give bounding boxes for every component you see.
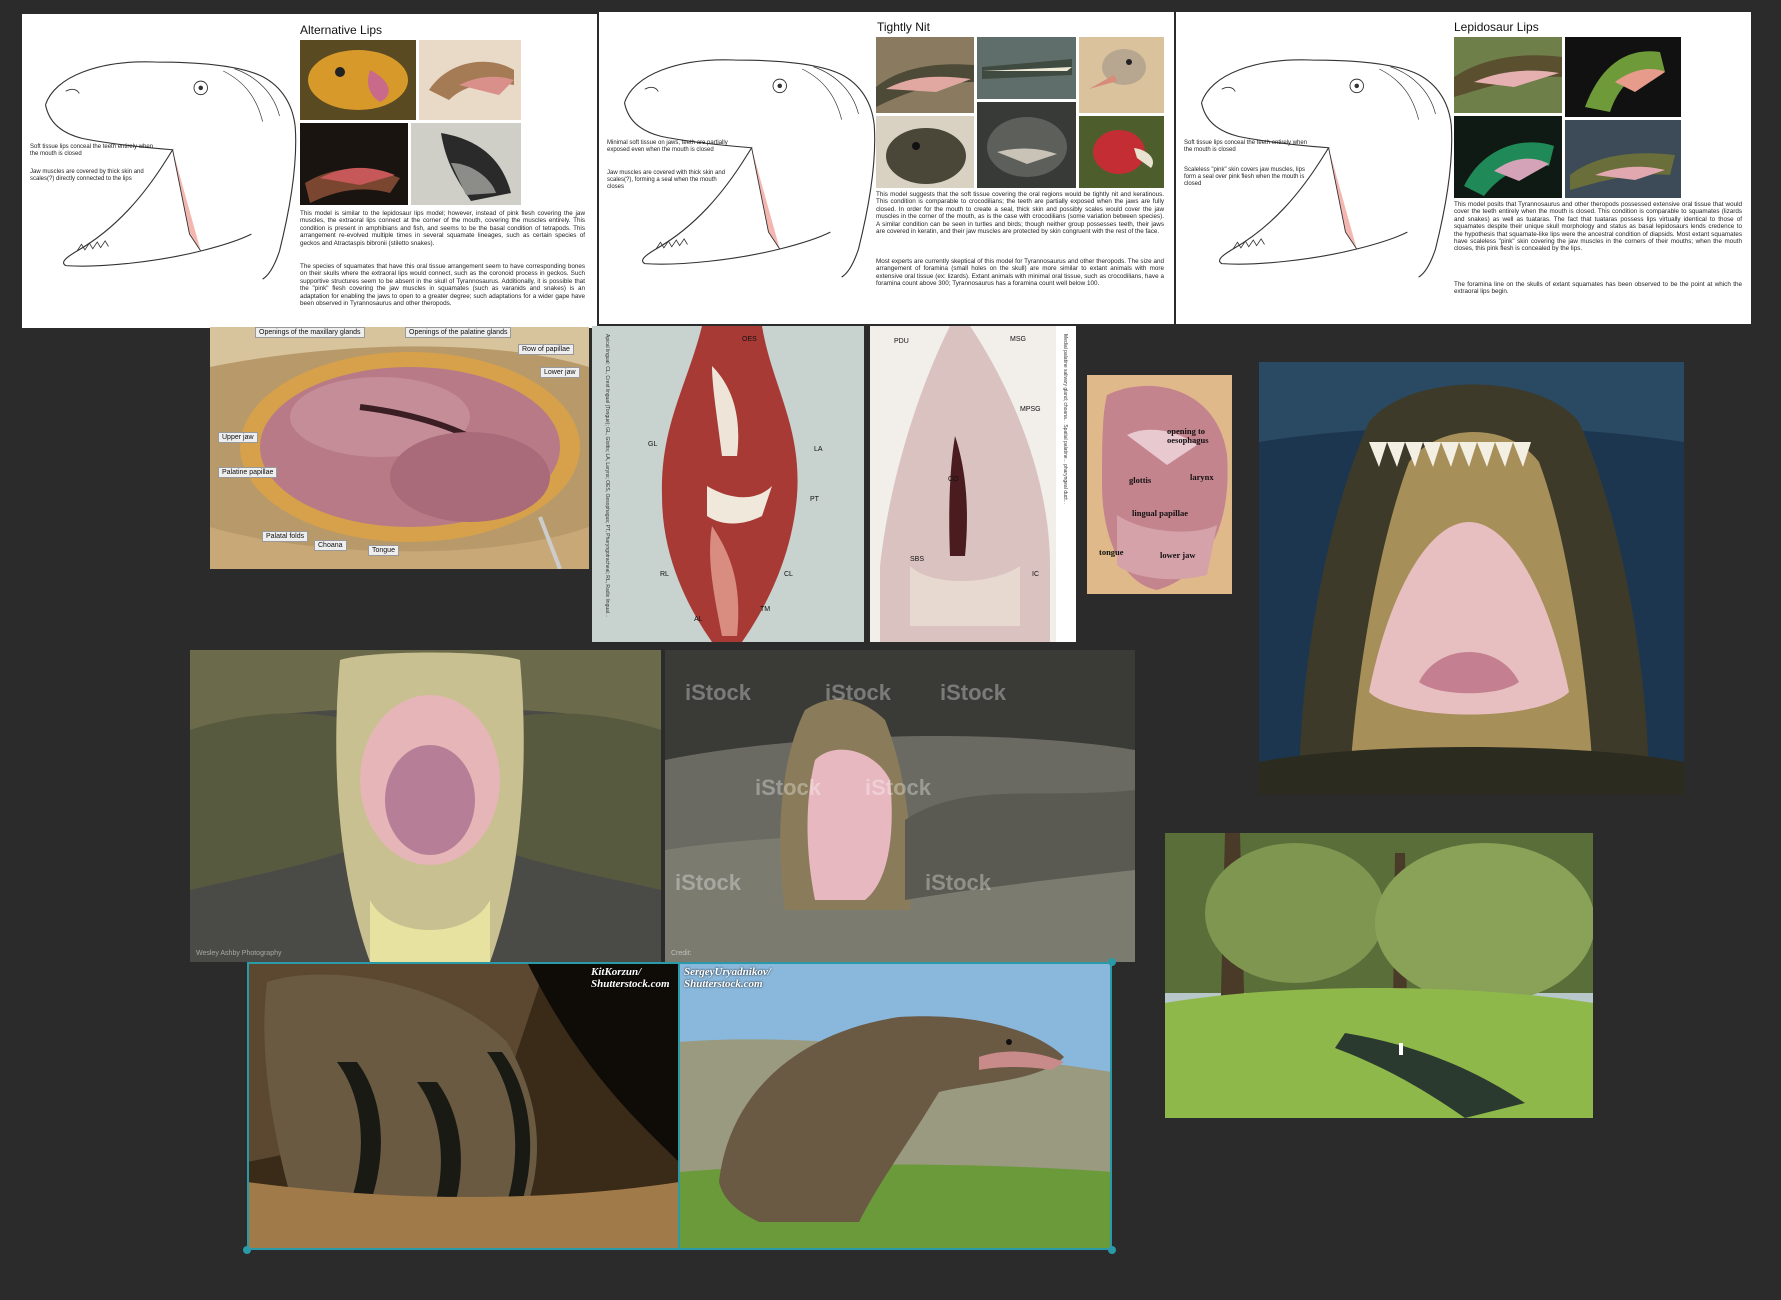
slide-title: Alternative Lips [300,23,383,37]
label-tongue: tongue [1099,547,1124,557]
label-lingual-papillae: lingual papillae [1132,508,1188,518]
label-maxillary-glands: Openings of the maxillary glands [255,327,365,338]
crocodile-photo [876,37,974,113]
lizard-gaping-photo [419,40,521,120]
label-tm: TM [760,606,771,613]
gecko-photo [300,40,416,120]
label-glottis: glottis [1129,475,1152,485]
label-co: CO [948,476,959,483]
figure-legend: Medial palatine salivary gland; choana..… [1062,334,1068,504]
label-ic: IC [1032,571,1039,578]
istock-watermark: iStock [675,870,742,895]
jaw-muscle-caption: Jaw muscles are covered by thick skin an… [30,169,144,182]
resize-handle-top-right[interactable] [1108,958,1116,966]
label-rl: RL [660,571,669,578]
label-mpsg: MPSG [1020,406,1041,413]
label-choana: Choana [314,540,347,551]
label-msg: MSG [1010,336,1026,343]
label-palatine-papillae: Palatine papillae [218,467,278,478]
istock-watermark: iStock [940,680,1007,705]
komodo-dragon-photo[interactable]: SergeyUryadnikov/ Shutterstock.com [679,962,1112,1250]
label-upper-jaw: Upper jaw [218,432,258,443]
gecko-black-mouth-photo [411,123,521,205]
description-paragraph-2: Most experts are currently skeptical of … [876,258,1164,288]
label-cl: CL [784,571,793,578]
description-paragraph-1: This model suggests that the soft tissue… [876,191,1164,236]
istock-watermark: iStock [825,680,892,705]
description-paragraph-1: This model posits that Tyrannosaurus and… [1454,201,1742,253]
label-larynx: larynx [1190,472,1214,482]
ostrich-photo [1079,37,1164,113]
label-pdu: PDU [894,338,909,345]
label-tongue: Tongue [368,545,399,556]
photo-credit: Wesley Ashby Photography [196,950,282,957]
jaw-muscle-caption: Jaw muscles are covered with thick skin … [607,170,726,190]
slide-title: Tightly Nit [877,20,930,34]
snake-mouth-photo [300,123,408,205]
dissection-photo-1[interactable]: Apical lingual: CL, Crest lingual (Tongu… [592,326,864,642]
claw-closeup-photo[interactable]: KitKorzun/ Shutterstock.com [247,962,679,1250]
resize-handle-bottom-right[interactable] [1108,1246,1116,1254]
gharial-photo [977,37,1076,99]
slide-lepidosaur-lips[interactable]: Lepidosaur Lips Soft tissue lips conceal… [1176,12,1751,324]
green-lizard-photo [1565,37,1681,117]
lips-caption: Soft tissue lips conceal the teeth entir… [1184,140,1308,153]
istock-watermark: iStock [685,680,752,705]
label-lower-jaw: lower jaw [1160,550,1196,560]
label-al: AL [694,616,703,623]
slide-tightly-nit[interactable]: Tightly Nit Minimal soft tissue on jaws,… [599,12,1174,324]
description-paragraph-2: The species of squamates that have this … [300,263,585,308]
soft-tissue-caption: Minimal soft tissue on jaws, teeth are p… [607,140,728,153]
snapping-turtle-photo [977,102,1076,188]
crocodile-gaping-photo-2[interactable]: iStock iStock iStock iStock iStock iStoc… [665,650,1135,962]
label-palatine-glands: Openings of the palatine glands [405,327,512,338]
vulture-photo [1079,116,1164,188]
label-oes: OES [742,336,757,343]
larynx-photo[interactable]: opening to oesophagus glottis larynx lin… [1087,375,1232,594]
istock-watermark: iStock [755,775,822,800]
pink-skin-caption: Scaleless "pink" skin covers jaw muscles… [1184,167,1305,187]
crocodile-gaping-photo-1[interactable]: Wesley Ashby Photography [190,650,661,962]
alligator-gaping-photo[interactable] [1259,362,1684,795]
label-gl: GL [648,441,658,448]
label-sbs: SBS [910,556,925,563]
description-paragraph-1: This model is similar to the lepidosaur … [300,210,585,247]
photo-credit: Credit: [671,950,692,957]
label-palatal-folds: Palatal folds [262,531,309,542]
istock-watermark: iStock [865,775,932,800]
gecko-oral-anatomy-photo[interactable]: Openings of the maxillary glands Opening… [210,327,589,569]
description-paragraph-2: The foramina line on the skulls of extan… [1454,281,1742,296]
photo-credit: KitKorzun/ Shutterstock.com [591,966,670,990]
label-opening-oesophagus: opening to oesophagus [1167,426,1209,445]
trex-head-lineart [611,34,881,284]
slide-alternative-lips[interactable]: Alternative Lips Soft tissue lips concea… [22,14,597,328]
trex-head-lineart [32,36,302,286]
photo-credit: SergeyUryadnikov/ Shutterstock.com [684,966,771,990]
turtle-photo [876,116,974,188]
dissection-photo-2[interactable]: Medial palatine salivary gland; choana..… [870,326,1076,642]
trex-head-lineart [1188,34,1458,284]
tuatara-photo [1565,120,1681,198]
swamp-landscape-photo[interactable] [1165,833,1593,1118]
lips-caption: Soft tissue lips conceal the teeth entir… [30,144,154,157]
monitor-lizard-photo [1454,37,1562,113]
slide-title: Lepidosaur Lips [1454,20,1539,34]
label-row-papillae: Row of papillae [518,344,574,355]
green-snake-photo [1454,116,1562,198]
istock-watermark: iStock [925,870,992,895]
label-lower-jaw: Lower jaw [540,367,580,378]
label-la: LA [814,446,823,453]
figure-legend: Apical lingual: CL, Crest lingual (Tongu… [604,334,610,618]
resize-handle-bottom-left[interactable] [243,1246,251,1254]
label-pt: PT [810,496,819,503]
